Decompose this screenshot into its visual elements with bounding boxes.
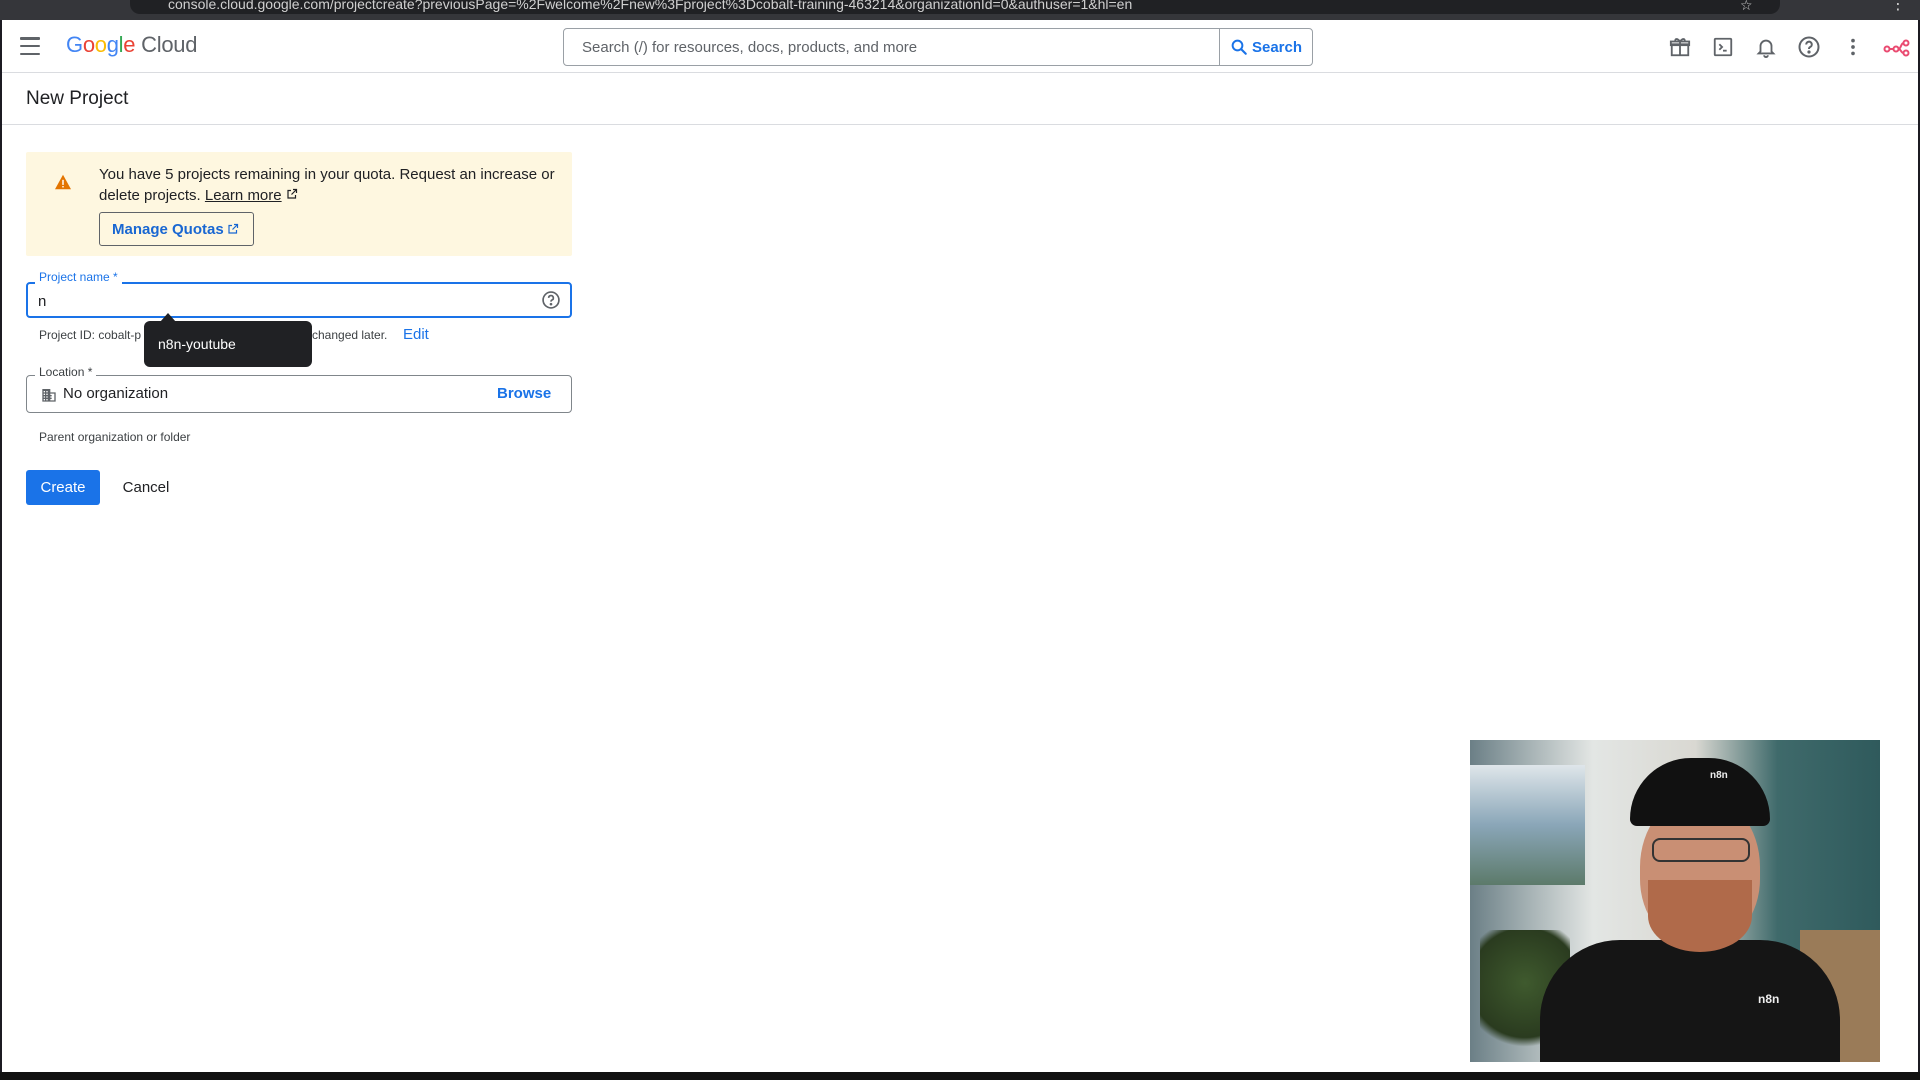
webcam-painting [1470,765,1585,885]
external-link-icon [228,223,238,234]
browser-menu-icon[interactable]: ⋮ [1890,0,1906,14]
project-id-suffix: changed later. [312,328,388,342]
page-title: New Project [26,88,129,109]
autocomplete-suggestion[interactable]: n8n-youtube [144,321,312,367]
project-name-field [26,282,572,318]
logo-cloud-text: Cloud [141,32,198,57]
webcam-person-beard [1648,880,1752,952]
google-cloud-logo[interactable]: Google Cloud [66,32,197,58]
webcam-overlay: n8n n8n [1470,740,1880,1062]
project-id-prefix: Project ID: cobalt-p [39,328,142,342]
bottom-frame [0,1072,1920,1080]
external-link-icon [287,188,297,199]
gift-icon[interactable] [1667,34,1693,60]
manage-quotas-button[interactable]: Manage Quotas [99,212,254,246]
project-name-label: Project name * [35,270,122,284]
project-name-help-icon[interactable] [541,290,561,315]
location-value: No organization [63,385,169,402]
search-icon [1231,39,1247,55]
browse-button[interactable]: Browse [497,385,551,402]
building-icon [41,387,57,408]
quota-message: You have 5 projects remaining in your qu… [99,166,555,204]
warning-icon [54,174,72,195]
edit-project-id-link[interactable]: Edit [403,326,429,343]
project-name-input[interactable] [38,288,518,314]
create-button[interactable]: Create [26,470,100,505]
webcam-shirt-logo: n8n [1758,992,1780,1006]
more-vert-icon[interactable] [1840,34,1866,60]
quota-warning-banner: You have 5 projects remaining in your qu… [26,152,572,256]
learn-more-link[interactable]: Learn more [205,187,282,204]
main-menu-icon[interactable] [18,34,42,58]
bell-icon[interactable] [1753,34,1779,60]
location-helper-text: Parent organization or folder [39,430,191,444]
cancel-button[interactable]: Cancel [108,470,184,505]
webcam-person-cap [1630,758,1770,826]
search-button[interactable]: Search [1219,29,1312,65]
webcam-person-body [1540,940,1840,1062]
address-bar-url[interactable]: console.cloud.google.com/projectcreate?p… [168,0,1132,12]
project-id-hint: Project ID: cobalt-p changed later. [39,328,387,342]
location-label: Location * [35,365,97,379]
bookmark-star-icon[interactable]: ☆ [1740,0,1753,14]
search-bar: Search [563,28,1313,66]
webcam-person-glasses [1652,838,1750,862]
search-button-label: Search [1251,38,1303,56]
help-icon[interactable] [1796,34,1822,60]
webcam-cap-logo: n8n [1710,770,1728,781]
page-title-bar: New Project [2,73,1918,125]
terminal-icon[interactable] [1710,34,1736,60]
top-header: Google Cloud Search [2,20,1918,73]
manage-quotas-label: Manage Quotas [112,220,224,238]
location-field[interactable]: No organization Browse [26,375,572,413]
browser-toolbar: console.cloud.google.com/projectcreate?p… [0,0,1920,20]
search-input[interactable] [564,29,1219,65]
n8n-avatar-icon[interactable] [1882,34,1912,60]
